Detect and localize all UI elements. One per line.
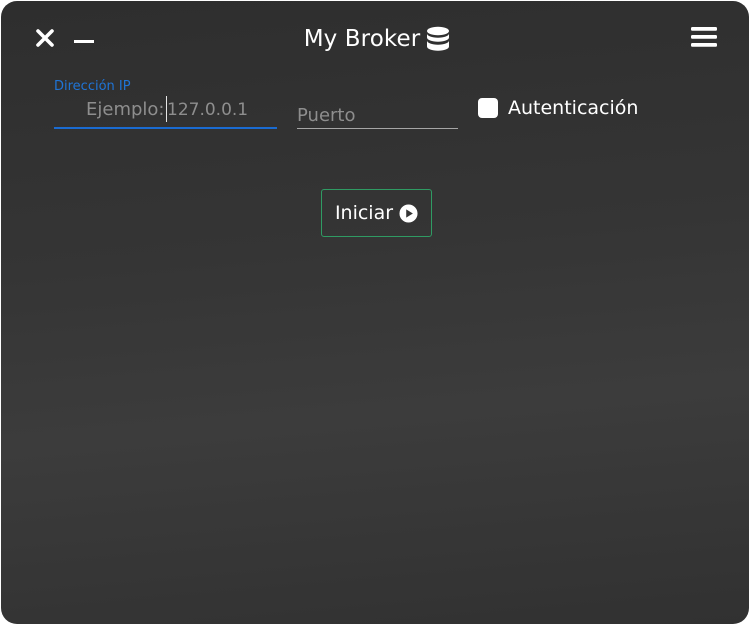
ip-field-label: Dirección IP [54,79,131,94]
database-icon [427,26,450,51]
authentication-checkbox[interactable] [478,98,498,118]
start-button-label: Iniciar [334,202,394,224]
ip-address-field[interactable]: Ejemplo: [54,94,277,129]
play-circle-icon [399,203,418,223]
port-field[interactable] [297,101,458,129]
port-input[interactable] [297,103,455,127]
hamburger-menu-icon [691,27,717,47]
start-button[interactable]: Iniciar [321,189,432,237]
ip-address-input[interactable] [167,98,272,122]
app-window: My Broker Dirección IP Ejemplo: Autentic… [1,1,749,624]
ip-example-prefix: Ejemplo: [86,99,165,120]
menu-button[interactable] [689,23,719,51]
authentication-label: Autenticación [508,97,639,119]
authentication-toggle[interactable]: Autenticación [478,96,638,120]
title-bar: My Broker [1,21,749,57]
app-title: My Broker [303,26,421,52]
